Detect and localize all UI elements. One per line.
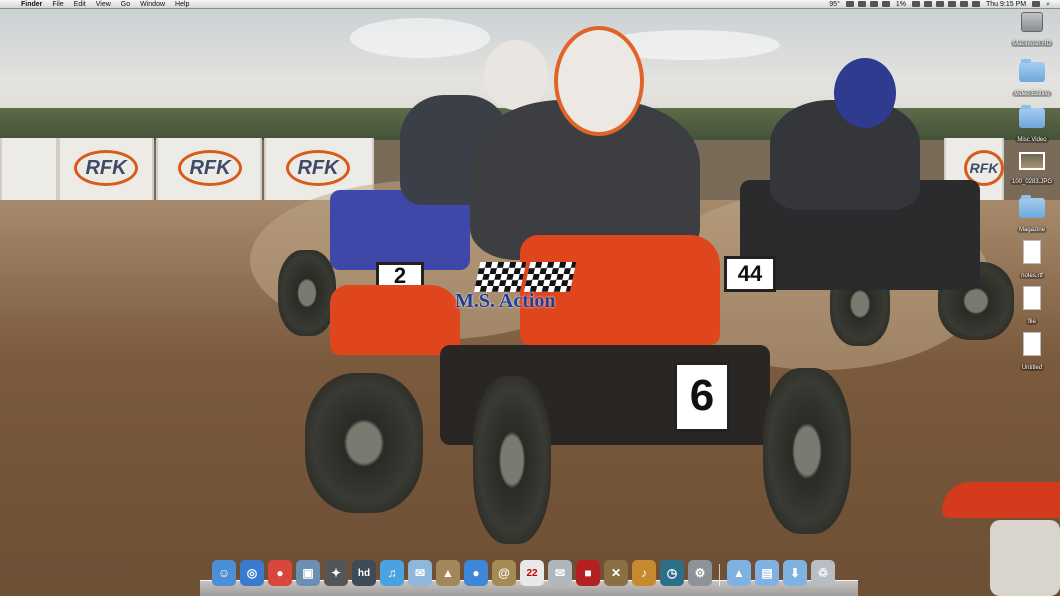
document-icon	[1023, 240, 1041, 264]
menu-extras: 95° 1% Thu 9:15 PM ⌕	[825, 0, 1060, 9]
wallpaper-wheel	[473, 376, 551, 544]
desktop-item-label: file	[1026, 319, 1038, 325]
trash-icon[interactable]: ♲	[811, 560, 835, 586]
menu-edit[interactable]: Edit	[69, 0, 91, 9]
banner-logo: RFK	[286, 150, 350, 186]
documents-folder-icon[interactable]: ▤	[755, 560, 779, 586]
folder-icon	[1019, 105, 1045, 128]
menu-clock[interactable]: Thu 9:15 PM	[982, 0, 1030, 9]
checkered-flag-icon	[473, 262, 527, 292]
sync-icon[interactable]	[869, 1, 878, 7]
garageband-icon[interactable]: ♪	[632, 560, 656, 586]
system-preferences-icon[interactable]: ⚙	[688, 560, 712, 586]
hard-drive-icon	[1021, 12, 1043, 32]
menu-window[interactable]: Window	[135, 0, 170, 9]
wallpaper-number-plate: 44	[724, 256, 776, 292]
applications-folder-icon[interactable]: ▲	[727, 560, 751, 586]
desktop-wallpaper: RFK RFK RFK RFK 2 44 6 M.S. Action	[0, 0, 1060, 596]
desktop-item-magazine[interactable]: Magazine	[1004, 195, 1060, 236]
menu-bar: Finder File Edit View Go Window Help 95°…	[0, 0, 1060, 9]
wallpaper-wheel	[763, 368, 851, 534]
desktop-item-label: Magazine	[1016, 227, 1047, 233]
facetime-icon[interactable]: ●	[464, 560, 488, 586]
iphoto-icon[interactable]: ▲	[436, 560, 460, 586]
wallpaper-wheel	[278, 250, 336, 336]
desktop-item-file[interactable]: file	[1004, 286, 1060, 328]
battery-icon[interactable]	[960, 1, 968, 7]
spotlight-icon[interactable]: ⌕	[1042, 0, 1054, 9]
volume-icon[interactable]	[948, 1, 956, 7]
menu-help[interactable]: Help	[170, 0, 194, 9]
wallpaper-wheel	[305, 373, 423, 513]
desktop-item-label: Video Editing	[1012, 91, 1052, 97]
desktop-item-label: 100_0283.JPG	[1009, 179, 1055, 185]
toolbox-icon[interactable]: ✕	[604, 560, 628, 586]
chrome-icon[interactable]: ●	[268, 560, 292, 586]
downloads-folder-icon[interactable]: ⬇	[783, 560, 807, 586]
extras-icon[interactable]	[845, 1, 854, 7]
desktop-item-label: Untitled	[1019, 365, 1045, 371]
screen-icon[interactable]	[857, 1, 866, 7]
desktop-item-untitled[interactable]: Untitled	[1004, 332, 1060, 374]
dock-separator	[719, 564, 720, 586]
banner-logo: RFK	[178, 150, 242, 186]
wallpaper-helmet	[834, 58, 896, 128]
document-icon	[1023, 286, 1041, 310]
menu-go[interactable]: Go	[116, 0, 135, 9]
itunes-icon[interactable]: ♫	[380, 560, 404, 586]
user-icon[interactable]	[1032, 1, 1041, 7]
desktop-item-macintosh-hd[interactable]: Macintosh HD	[1004, 12, 1060, 50]
wallpaper-helmet	[484, 40, 548, 110]
ical-icon[interactable]: 22	[520, 560, 544, 586]
mail-icon[interactable]: ✉	[408, 560, 432, 586]
checkered-flag-icon	[523, 262, 577, 292]
watermark-text: M.S. Action	[455, 290, 556, 312]
banner-logo: RFK	[74, 150, 138, 186]
temperature-value: 95°	[829, 0, 840, 8]
desktop-item-photo[interactable]: 100_0283.JPG	[1004, 152, 1060, 188]
dock: ☺ ◎ ● ▣ ✦ hd ♫ ✉ ▲ ● @22 ✉ ■ ✕ ♪ ◷ ⚙ ▲ ▤ ⬇ ♲	[200, 558, 858, 596]
wallpaper-quad-body	[990, 520, 1060, 596]
menu-file[interactable]: File	[47, 0, 68, 9]
preview-icon[interactable]: ▣	[296, 560, 320, 586]
address-book-icon[interactable]: @	[492, 560, 516, 586]
menu-view[interactable]: View	[91, 0, 116, 9]
wallpaper-fender	[942, 482, 1060, 518]
folder-icon	[1019, 195, 1045, 218]
temperature-status[interactable]: 95°	[825, 0, 844, 9]
time-machine-menu-icon[interactable]	[924, 1, 932, 7]
menu-app-finder[interactable]: Finder	[16, 0, 47, 9]
desktop-item-notes[interactable]: notes.rtf	[1004, 240, 1060, 282]
desktop-item-label: Macintosh HD	[1011, 41, 1053, 47]
battery-status[interactable]: 1%	[892, 0, 910, 9]
wallpaper-helmet	[554, 26, 644, 136]
bluetooth-icon[interactable]	[912, 1, 920, 7]
desktop-item-misc-video[interactable]: Misc Video	[1004, 105, 1060, 146]
watermark-logo: M.S. Action	[455, 262, 605, 322]
desktop-item-label: Misc Video	[1015, 137, 1049, 143]
wallpaper-cloud	[350, 18, 490, 58]
imovie-icon[interactable]: ✦	[324, 560, 348, 586]
safari-icon[interactable]: ◎	[240, 560, 264, 586]
photobooth-red-icon[interactable]: ■	[576, 560, 600, 586]
display-icon[interactable]	[881, 1, 890, 7]
desktop-item-label: notes.rtf	[1019, 273, 1045, 279]
wallpaper-number-plate: 6	[674, 362, 730, 432]
hd-app-icon[interactable]: hd	[352, 560, 376, 586]
time-machine-icon[interactable]: ◷	[660, 560, 684, 586]
photo-icon	[1019, 152, 1045, 170]
desktop-item-video-editing[interactable]: Video Editing	[1004, 59, 1060, 100]
wallpaper-quad-body	[330, 285, 460, 355]
dock-apps: ☺ ◎ ● ▣ ✦ hd ♫ ✉ ▲ ● @22 ✉ ■ ✕ ♪ ◷ ⚙ ▲ ▤ ⬇ ♲	[212, 560, 835, 586]
rtf-document-icon	[1023, 332, 1041, 356]
wifi-icon[interactable]	[936, 1, 944, 7]
photo-booth-icon[interactable]: ✉	[548, 560, 572, 586]
input-menu-icon[interactable]	[972, 1, 980, 7]
battery-percent: 1%	[895, 0, 906, 8]
folder-icon	[1019, 59, 1045, 82]
finder-icon[interactable]: ☺	[212, 560, 236, 586]
